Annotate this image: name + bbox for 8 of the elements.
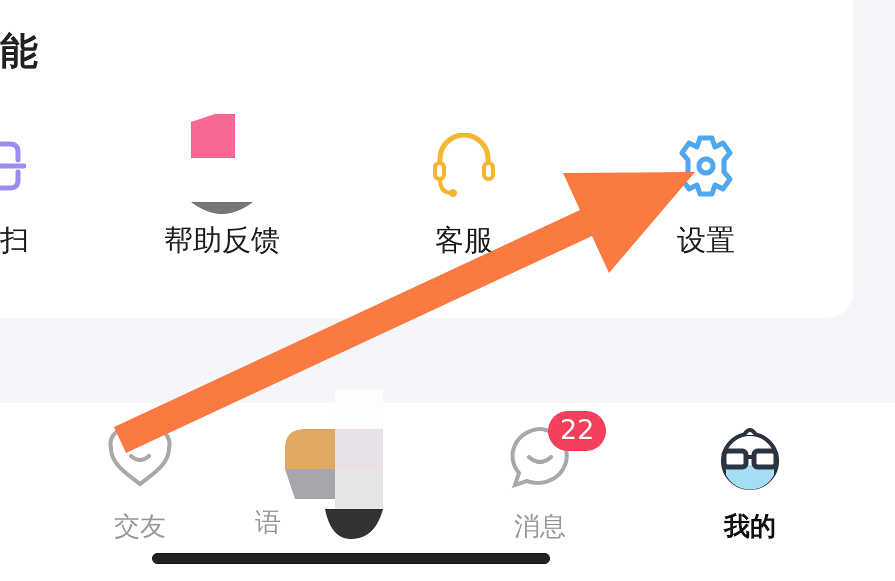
function-label[interactable]: 客服 xyxy=(435,222,493,258)
function-label[interactable]: 帮助反馈 xyxy=(164,222,280,258)
function-label[interactable]: 扫 xyxy=(0,222,29,258)
unread-badge: 22 xyxy=(548,411,606,451)
function-label[interactable]: 设置 xyxy=(677,222,735,258)
section-title: 能 xyxy=(0,28,39,74)
headset-icon xyxy=(432,133,496,199)
tab-label[interactable]: 我的 xyxy=(724,511,776,543)
